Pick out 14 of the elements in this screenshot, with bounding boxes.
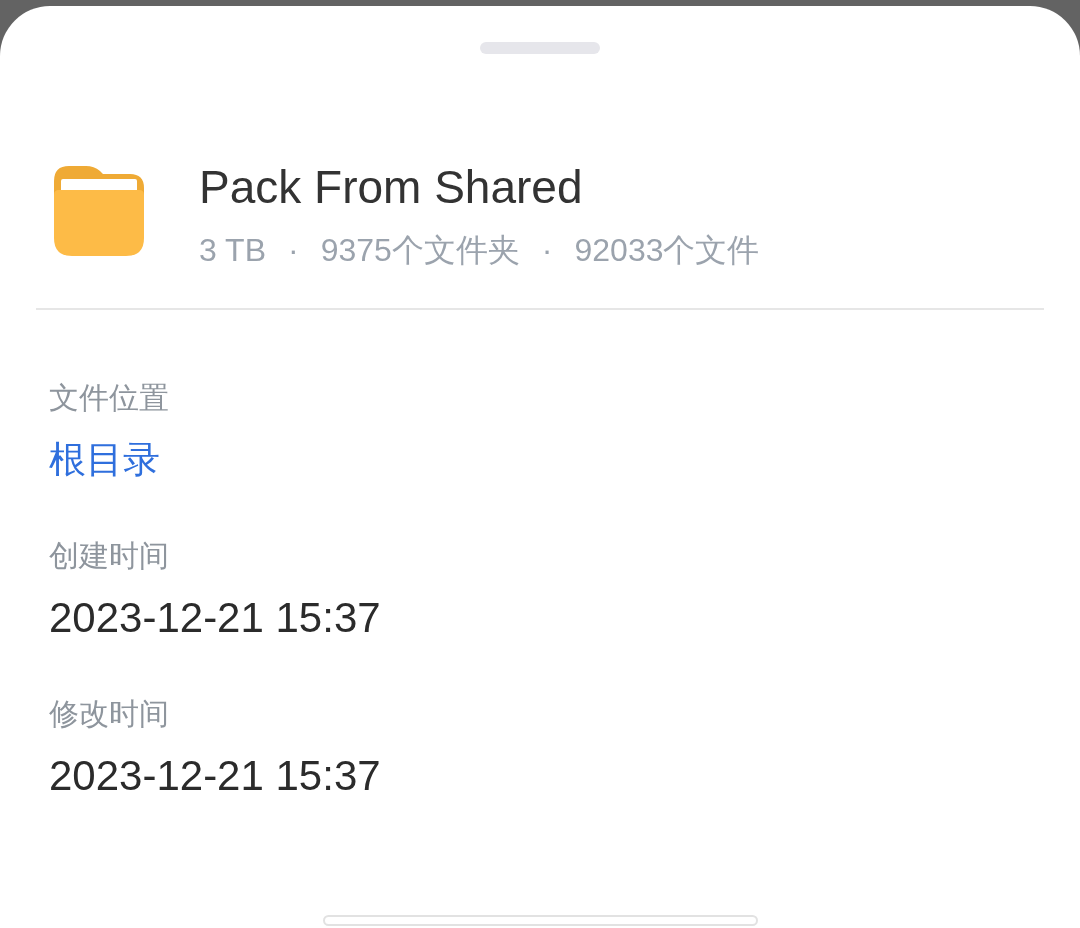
folder-stat: 3 TB [199,231,266,270]
folder-stat: 9375个文件夹 [320,231,520,270]
drag-handle[interactable] [480,42,600,54]
folder-title: Pack From Shared [199,160,584,214]
detail-value: 2023-12-21 15:37 [49,593,381,643]
detail-label: 创建时间 [49,538,169,574]
detail-label: 修改时间 [49,696,169,732]
detail-label: 文件位置 [49,380,169,416]
separator-dot: · [540,231,554,270]
location-link[interactable]: 根目录 [49,435,160,485]
folder-stat: 92033个文件 [574,231,760,270]
detail-value: 2023-12-21 15:37 [49,751,381,801]
folder-icon [54,165,144,256]
separator-dot: · [287,231,300,270]
